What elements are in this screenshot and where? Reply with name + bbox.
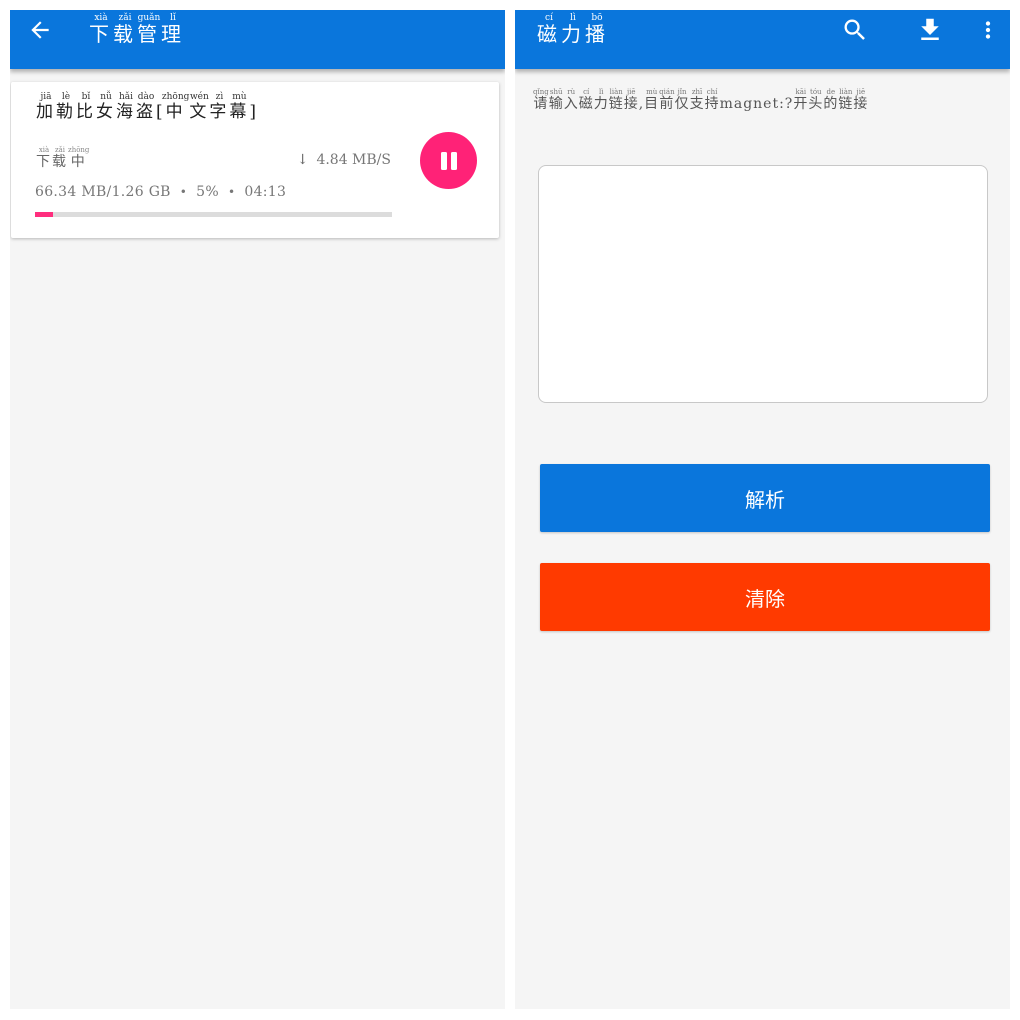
separator-dot: • (227, 185, 236, 199)
download-manager-screen: 下xià载zǎi管guǎn理lǐ 加jiā勒lè比bǐ女nǚ海hǎi盗dào[中… (10, 10, 505, 1009)
parse-button-label: 解析 (745, 487, 785, 512)
magnet-hint: 请qǐng输shū入rù磁cí力lì链liàn接jiē,目mù前qián仅jǐn… (533, 88, 868, 113)
page-title: 磁cí力lì播bō (537, 13, 609, 47)
hanzi-char: 链liàn (838, 88, 854, 112)
search-button[interactable] (838, 10, 872, 50)
speed-value: 4.84 MB/S (316, 152, 391, 168)
hanzi-char: 中zhōng (161, 92, 190, 122)
hanzi-char: 持chí (704, 88, 720, 112)
hanzi-char: 载zǎi (52, 146, 68, 170)
hanzi-char: 链liàn (608, 88, 624, 112)
download-icon (921, 18, 939, 40)
arrow-down-icon: ↓ (296, 152, 309, 168)
hanzi-char: 输shū (548, 88, 564, 112)
hanzi-char: 加jiā (36, 92, 56, 122)
back-button[interactable] (24, 10, 56, 50)
task-status: 下xià载zǎi中zhōng (36, 146, 89, 171)
hanzi-char: 入rù (563, 88, 579, 112)
pause-icon (440, 151, 457, 170)
plain-text: magnet:? (719, 96, 794, 112)
search-icon (844, 19, 865, 40)
download-manager-button[interactable] (914, 10, 946, 50)
download-speed: ↓ 4.84 MB/S (297, 152, 391, 168)
parse-button[interactable]: 解析 (540, 464, 990, 532)
hanzi-char: 文wén (189, 92, 210, 122)
hanzi-char: 盗dào (136, 92, 156, 122)
clear-button[interactable]: 清除 (540, 563, 990, 631)
hanzi-char: 磁cí (537, 13, 561, 46)
hanzi-char: 理lǐ (161, 13, 185, 46)
hanzi-char: 的de (823, 88, 839, 112)
hanzi-char: 管guǎn (137, 13, 161, 46)
separator-dot: • (179, 185, 188, 199)
hanzi-char: 仅jǐn (674, 88, 690, 112)
magnet-player-screen: 磁cí力lì播bō 请qǐng输shū入rù磁cí力lì链liàn接jiē,目m… (515, 10, 1010, 1009)
more-vert-icon (985, 21, 991, 39)
download-task-card[interactable]: 加jiā勒lè比bǐ女nǚ海hǎi盗dào[中zhōng文wén字zì幕mù] … (11, 82, 499, 238)
hanzi-char: 请qǐng (533, 88, 549, 112)
hanzi-char: 支zhī (689, 88, 705, 112)
pause-button[interactable] (420, 132, 477, 189)
hanzi-char: 力lì (593, 88, 609, 112)
page-title: 下xià载zǎi管guǎn理lǐ (89, 13, 185, 47)
progress-info: 66.34 MB/1.26 GB • 5% • 04:13 (35, 184, 286, 200)
hanzi-char: 幕mù (229, 92, 250, 122)
hanzi-char: 目mù (644, 88, 660, 112)
hanzi-char: 开kāi (793, 88, 809, 112)
hanzi-char: 字zì (209, 92, 230, 122)
task-name: 加jiā勒lè比bǐ女nǚ海hǎi盗dào[中zhōng文wén字zì幕mù] (36, 92, 259, 122)
hanzi-char: 中zhōng (68, 146, 90, 170)
progress-fill (35, 212, 53, 217)
percent: 5% (196, 184, 219, 200)
progress-bar (35, 212, 392, 217)
hanzi-char: 勒lè (56, 92, 76, 122)
hanzi-char: 下xià (36, 146, 52, 170)
hanzi-char: 播bō (585, 13, 609, 46)
hanzi-char: 女nǚ (96, 92, 116, 122)
clear-button-label: 清除 (745, 586, 785, 611)
remaining-time: 04:13 (244, 184, 287, 200)
hanzi-char: 接jiē (623, 88, 639, 112)
app-bar: 磁cí力lì播bō (515, 10, 1010, 69)
hanzi-char: 磁cí (578, 88, 594, 112)
hanzi-char: 载zǎi (113, 13, 137, 46)
hanzi-char: 下xià (89, 13, 113, 46)
more-options-button[interactable] (975, 10, 1001, 50)
hanzi-char: 头tóu (808, 88, 824, 112)
hanzi-char: 接jiē (853, 88, 869, 112)
hanzi-char: 力lì (561, 13, 585, 46)
hanzi-char: 海hǎi (116, 92, 136, 122)
plain-text: ] (249, 102, 260, 122)
hanzi-char: 比bǐ (76, 92, 96, 122)
magnet-link-input[interactable] (538, 165, 988, 403)
arrow-left-icon (31, 21, 49, 39)
app-bar: 下xià载zǎi管guǎn理lǐ (10, 10, 505, 69)
size-progress: 66.34 MB/1.26 GB (35, 184, 171, 200)
hanzi-char: 前qián (659, 88, 675, 112)
